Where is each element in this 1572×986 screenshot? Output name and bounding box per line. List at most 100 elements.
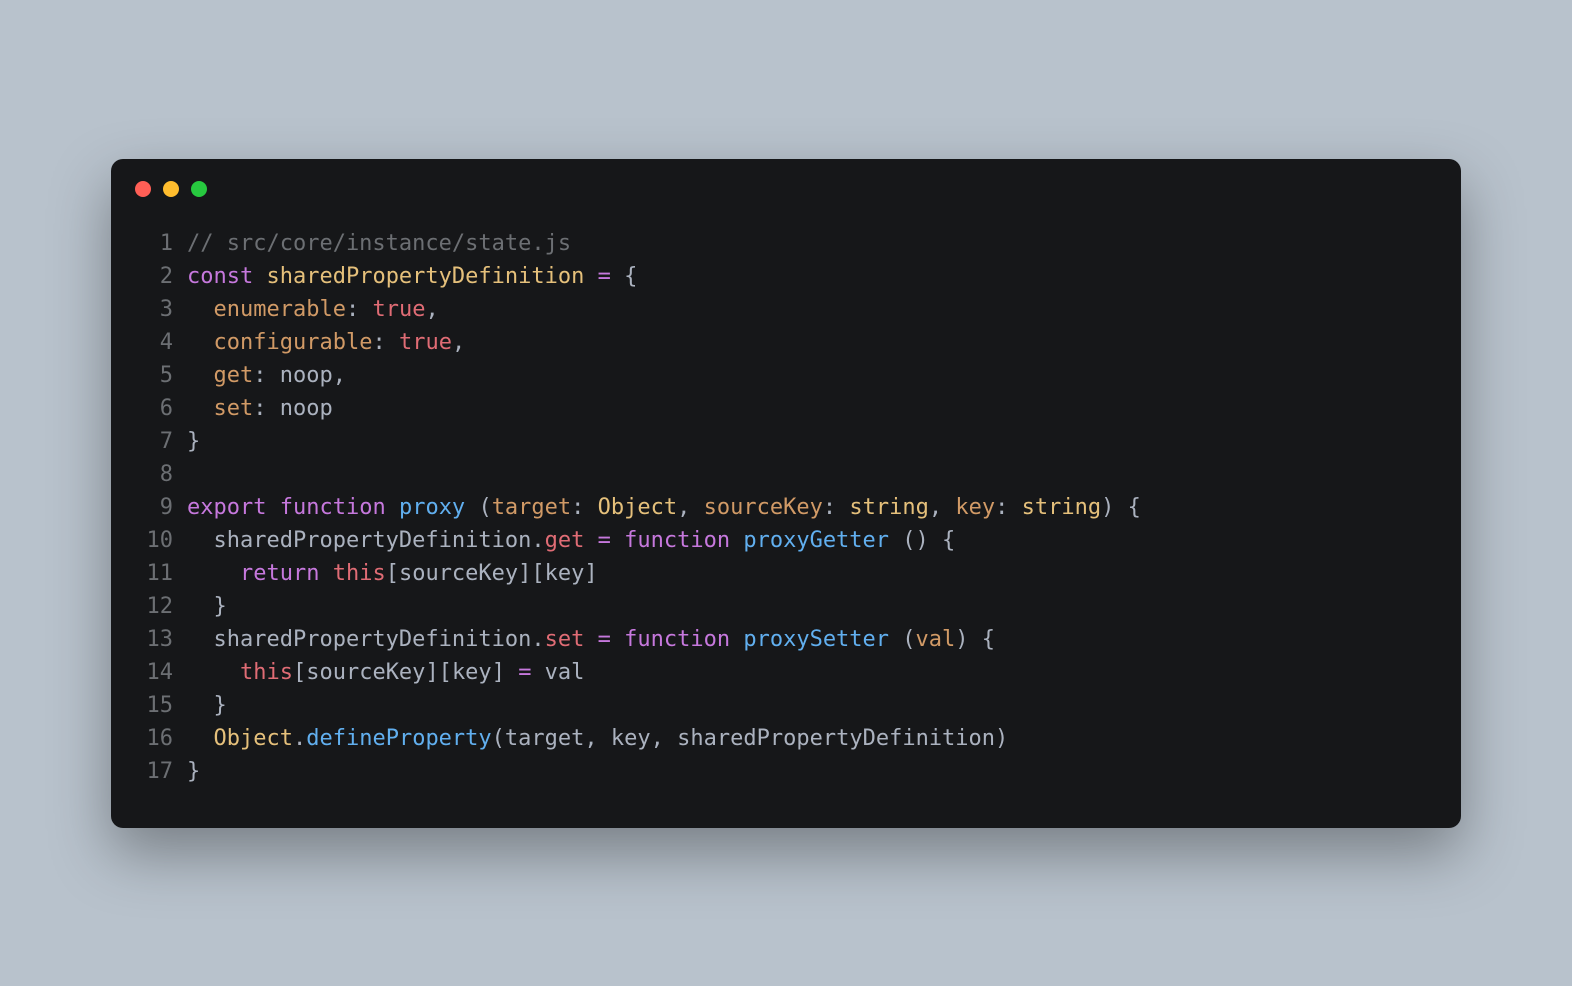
- code-text: enumerable: true,: [187, 293, 439, 326]
- code-text: export function proxy (target: Object, s…: [187, 491, 1141, 524]
- code-token: .: [293, 726, 306, 751]
- line-number: 11: [141, 557, 187, 590]
- code-text: }: [187, 755, 200, 788]
- code-token: ][: [518, 561, 545, 586]
- code-line: 8: [141, 458, 1431, 491]
- line-number: 13: [141, 623, 187, 656]
- code-token: key: [955, 495, 995, 520]
- code-token: key: [452, 660, 492, 685]
- code-text: set: noop: [187, 392, 333, 425]
- line-number: 7: [141, 425, 187, 458]
- code-token: key: [545, 561, 585, 586]
- code-token: }: [214, 693, 227, 718]
- line-number: 9: [141, 491, 187, 524]
- code-token: Object: [214, 726, 293, 751]
- code-token: ,: [425, 297, 438, 322]
- code-token: =: [598, 528, 611, 553]
- line-number: 17: [141, 755, 187, 788]
- code-token: =: [518, 660, 531, 685]
- code-token: noop: [280, 363, 333, 388]
- code-token: sharedPropertyDefinition: [266, 264, 584, 289]
- code-token: [889, 528, 902, 553]
- code-line: 10 sharedPropertyDefinition.get = functi…: [141, 524, 1431, 557]
- code-token: sourceKey: [704, 495, 823, 520]
- code-token: :: [571, 495, 598, 520]
- code-token: :: [346, 297, 373, 322]
- line-number: 1: [141, 227, 187, 260]
- code-token: (: [478, 495, 491, 520]
- code-token: [187, 330, 214, 355]
- code-token: [386, 495, 399, 520]
- code-token: (: [902, 627, 915, 652]
- code-text: // src/core/instance/state.js: [187, 227, 571, 260]
- code-token: [266, 495, 279, 520]
- code-token: key: [611, 726, 651, 751]
- code-token: }: [187, 759, 200, 784]
- code-token: [: [293, 660, 306, 685]
- code-line: 2const sharedPropertyDefinition = {: [141, 260, 1431, 293]
- close-icon[interactable]: [135, 181, 151, 197]
- code-line: 1// src/core/instance/state.js: [141, 227, 1431, 260]
- minimize-icon[interactable]: [163, 181, 179, 197]
- code-token: export: [187, 495, 266, 520]
- code-line: 5 get: noop,: [141, 359, 1431, 392]
- code-token: [187, 660, 240, 685]
- code-token: =: [598, 627, 611, 652]
- maximize-icon[interactable]: [191, 181, 207, 197]
- code-token: true: [372, 297, 425, 322]
- code-token: this: [333, 561, 386, 586]
- code-token: [730, 528, 743, 553]
- code-token: [187, 297, 214, 322]
- code-token: [187, 561, 240, 586]
- code-token: ) {: [955, 627, 995, 652]
- code-token: proxy: [399, 495, 465, 520]
- line-number: 2: [141, 260, 187, 293]
- code-token: ]: [492, 660, 519, 685]
- code-text: get: noop,: [187, 359, 346, 392]
- code-line: 6 set: noop: [141, 392, 1431, 425]
- code-token: [584, 264, 597, 289]
- code-token: [611, 627, 624, 652]
- code-token: :: [253, 363, 280, 388]
- line-number: 15: [141, 689, 187, 722]
- code-token: sourceKey: [306, 660, 425, 685]
- code-token: enumerable: [214, 297, 346, 322]
- code-token: :: [253, 396, 280, 421]
- code-token: ): [995, 726, 1008, 751]
- code-token: .: [531, 528, 544, 553]
- code-token: sharedPropertyDefinition: [187, 528, 531, 553]
- code-token: get: [214, 363, 254, 388]
- code-token: configurable: [214, 330, 373, 355]
- code-token: sourceKey: [399, 561, 518, 586]
- code-line: 14 this[sourceKey][key] = val: [141, 656, 1431, 689]
- code-token: {: [624, 264, 637, 289]
- code-text: return this[sourceKey][key]: [187, 557, 598, 590]
- code-token: [730, 627, 743, 652]
- line-number: 4: [141, 326, 187, 359]
- code-line: 7}: [141, 425, 1431, 458]
- code-token: (: [492, 726, 505, 751]
- code-text: sharedPropertyDefinition.get = function …: [187, 524, 955, 557]
- code-token: [465, 495, 478, 520]
- code-token: [187, 594, 214, 619]
- line-number: 8: [141, 458, 187, 491]
- code-token: target: [505, 726, 584, 751]
- code-token: function: [280, 495, 386, 520]
- code-line: 9export function proxy (target: Object, …: [141, 491, 1431, 524]
- code-text: const sharedPropertyDefinition = {: [187, 260, 637, 293]
- line-number: 12: [141, 590, 187, 623]
- code-token: :: [823, 495, 850, 520]
- code-token: ,: [333, 363, 346, 388]
- code-token: ,: [677, 495, 704, 520]
- code-token: noop: [280, 396, 333, 421]
- line-number: 6: [141, 392, 187, 425]
- code-area[interactable]: 1// src/core/instance/state.js2const sha…: [111, 217, 1461, 788]
- code-text: }: [187, 590, 227, 623]
- code-token: [889, 627, 902, 652]
- code-line: 12 }: [141, 590, 1431, 623]
- code-token: .: [531, 627, 544, 652]
- code-token: }: [187, 429, 200, 454]
- code-text: }: [187, 689, 227, 722]
- code-token: [253, 264, 266, 289]
- code-token: :: [372, 330, 399, 355]
